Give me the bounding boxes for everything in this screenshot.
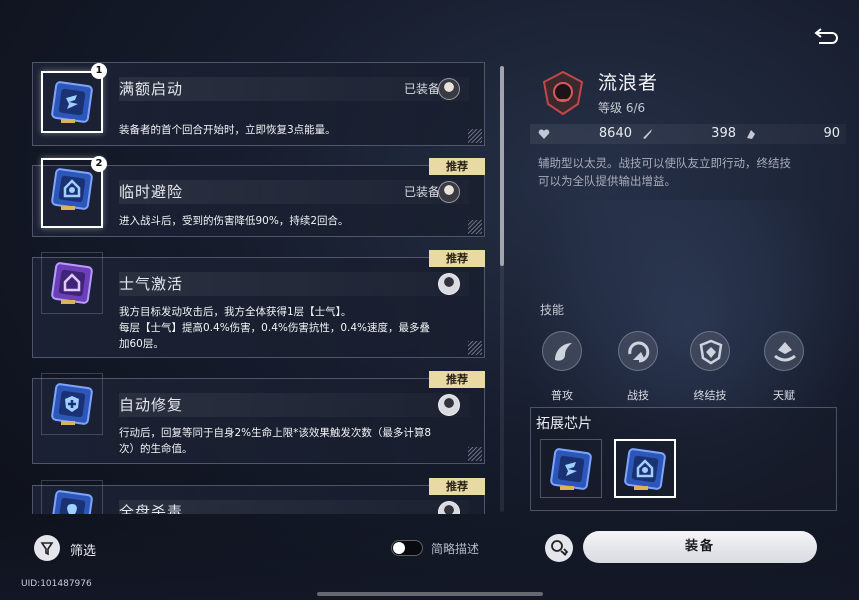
chip-card[interactable]: 推荐 2 临时避险 已装备 进入战斗后，受到的伤害降低90%，持续2回合。: [32, 156, 485, 237]
chip-blue-icon: [51, 81, 93, 123]
chip-name: 自动修复: [119, 393, 469, 417]
chip-card[interactable]: 推荐 自动修复 行动后，回复等同于自身2%生命上限*该效果触发次数（最多计算8 …: [32, 371, 485, 464]
equipped-label: 已装备: [403, 82, 440, 96]
skill-normal-attack[interactable]: [542, 331, 582, 371]
back-arrow-icon: [814, 28, 838, 44]
character-avatar: [438, 78, 460, 100]
brief-description-toggle[interactable]: [391, 540, 423, 556]
character-description: 辅助型以太灵。战技可以使队友立即行动，终结技 可以为全队提供输出增益。: [538, 154, 838, 190]
skill-label: 天赋: [773, 389, 795, 402]
scrollbar-thumb[interactable]: [500, 66, 504, 266]
filter-button[interactable]: [34, 535, 60, 561]
description-line: 次）的生命值。: [119, 443, 193, 455]
skill-label: 终结技: [693, 389, 727, 402]
chip-blue-icon: [51, 490, 93, 514]
defense-icon: [747, 130, 755, 139]
recommend-badge: 推荐: [429, 371, 485, 388]
order-badge: 2: [91, 156, 107, 172]
card-hatch-decoration: [468, 447, 482, 461]
chip-icon-frame: [41, 252, 103, 314]
back-button[interactable]: [812, 24, 840, 50]
chip-card[interactable]: 推荐 全盘杀毒: [32, 478, 485, 514]
level-label: 等级: [598, 101, 623, 115]
filter-label[interactable]: 筛选: [70, 540, 96, 559]
extension-slot-1[interactable]: [540, 439, 602, 498]
character-emblem-icon: [542, 70, 584, 116]
normal-attack-icon: [555, 343, 572, 361]
skill-ultimate[interactable]: [690, 331, 730, 371]
skill-label: 普攻: [551, 389, 573, 402]
recommend-badge: 推荐: [429, 478, 485, 495]
chip-blue-icon: [51, 383, 93, 425]
swap-icon: [551, 540, 569, 556]
description-line: 辅助型以太灵。战技可以使队友立即行动，终结技: [538, 156, 791, 170]
chip-icon-frame: [41, 373, 103, 435]
chip-description: 进入战斗后，受到的伤害降低90%，持续2回合。: [119, 215, 349, 227]
chip-card[interactable]: 推荐 士气激活 我方目标发动攻击后，我方全体获得1层【士气】。 每层【士气】提高…: [32, 250, 485, 358]
character-name: 流浪者: [598, 72, 659, 94]
talent-icon: [774, 342, 796, 362]
brief-description-label: 简略描述: [431, 542, 480, 556]
character-avatar: [438, 273, 460, 295]
uid-label: UID:101487976: [21, 579, 92, 589]
chip-list[interactable]: 1 满额启动 已装备 装备者的首个回合开始时，立即恢复3点能量。 推荐 2 临时…: [0, 62, 500, 514]
skill-label: 战技: [627, 389, 649, 402]
chip-name: 士气激活: [119, 272, 469, 296]
chip-icon-frame: [41, 71, 103, 133]
description-line: 每层【士气】提高0.4%伤害，0.4%伤害抗性，0.4%速度，最多叠: [119, 322, 431, 334]
extension-chip-title: 拓展芯片: [536, 416, 592, 432]
chip-blue-icon: [550, 448, 592, 490]
hp-value: 8640: [598, 126, 632, 141]
character-avatar: [438, 394, 460, 416]
toggle-knob: [393, 542, 405, 554]
description-line: 加60层。: [119, 338, 164, 350]
card-hatch-decoration: [468, 129, 482, 143]
character-avatar: [438, 181, 460, 203]
level-value: 6/6: [625, 101, 646, 115]
recommend-badge: 推荐: [429, 158, 485, 175]
ultimate-icon: [699, 339, 723, 365]
character-level: 等级 6/6: [598, 99, 645, 116]
card-hatch-decoration: [468, 341, 482, 355]
skill-icon: [628, 341, 650, 363]
description-line: 行动后，回复等同于自身2%生命上限*该效果触发次数（最多计算8: [119, 427, 432, 439]
chip-card[interactable]: 1 满额启动 已装备 装备者的首个回合开始时，立即恢复3点能量。: [32, 62, 485, 146]
home-indicator: [317, 592, 543, 596]
chip-blue-icon: [624, 448, 666, 490]
equipped-label: 已装备: [403, 185, 440, 199]
skills-section-label: 技能: [540, 303, 565, 317]
attack-icon: [643, 129, 652, 139]
skill-talent[interactable]: [764, 331, 804, 371]
filter-icon: [40, 542, 54, 556]
chip-blue-icon: [51, 168, 93, 210]
description-line: 可以为全队提供输出增益。: [538, 174, 676, 188]
hp-icon: [538, 129, 550, 139]
card-hatch-decoration: [468, 220, 482, 234]
chip-purple-icon: [51, 262, 93, 304]
skill-battle[interactable]: [618, 331, 658, 371]
chip-icon-frame: [41, 480, 103, 514]
defense-value: 90: [823, 126, 840, 141]
swap-character-button[interactable]: [545, 534, 573, 562]
chip-description: 装备者的首个回合开始时，立即恢复3点能量。: [119, 124, 336, 136]
recommend-badge: 推荐: [429, 250, 485, 267]
chip-name: 全盘杀毒: [119, 500, 469, 514]
extension-slot-2[interactable]: [614, 439, 676, 498]
chip-description: 行动后，回复等同于自身2%生命上限*该效果触发次数（最多计算8 次）的生命值。: [119, 425, 468, 457]
description-line: 我方目标发动攻击后，我方全体获得1层【士气】。: [119, 306, 352, 318]
equip-button[interactable]: 装备: [583, 531, 817, 563]
chip-description: 我方目标发动攻击后，我方全体获得1层【士气】。 每层【士气】提高0.4%伤害，0…: [119, 304, 468, 352]
order-badge: 1: [91, 63, 107, 79]
attack-value: 398: [711, 126, 736, 141]
